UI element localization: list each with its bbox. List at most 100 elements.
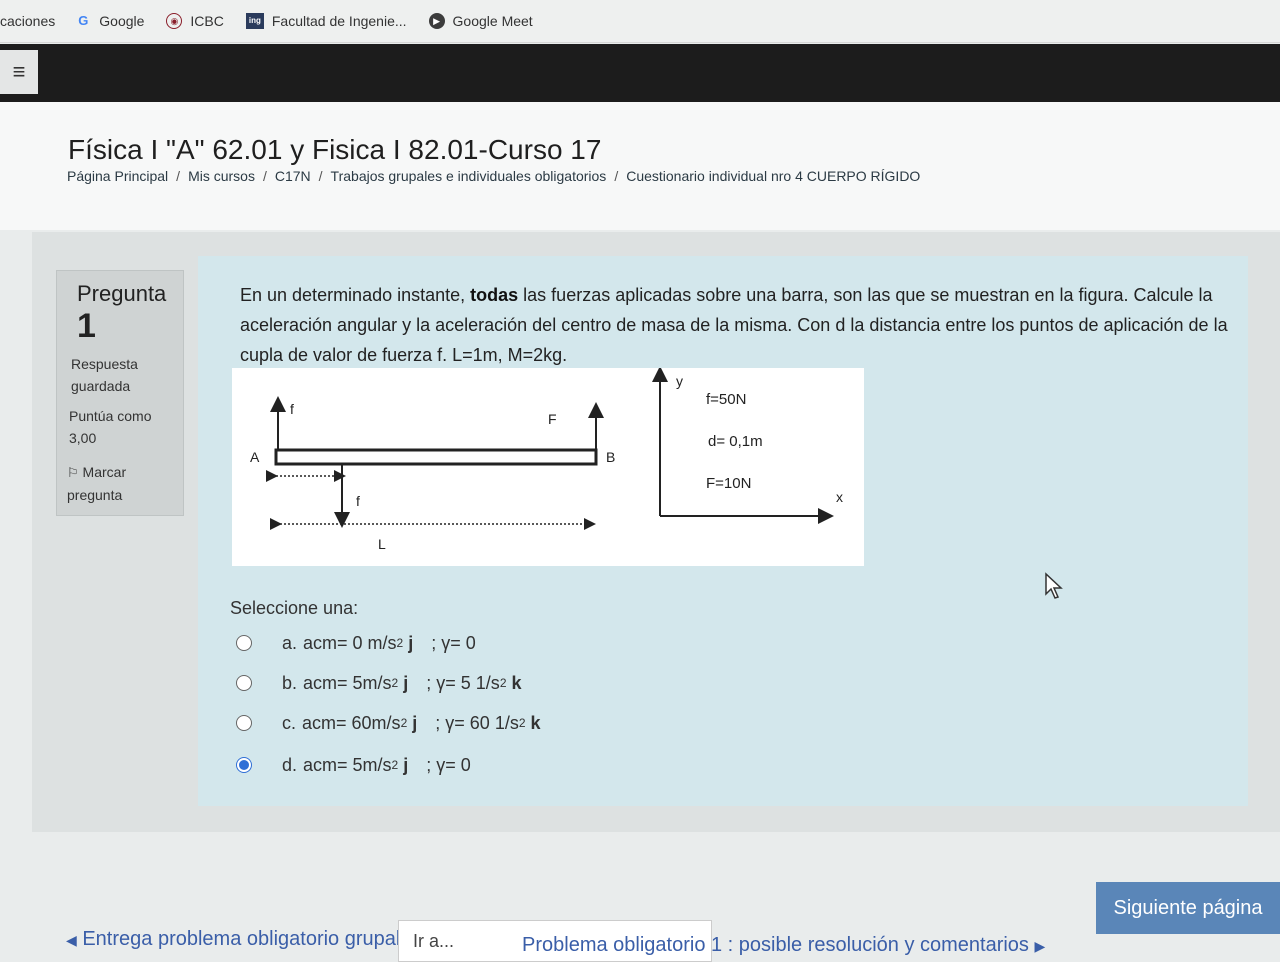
flag-icon: ⚐ [67,465,79,480]
option-unit: j [403,754,409,775]
option-letter: c. [282,712,297,733]
breadcrumb-separator: / [176,168,181,184]
label-A: A [250,449,260,465]
bar-diagram: f F A B f L y x f=50N d= 0,1m F=10N [250,366,843,552]
label-f-bottom: f [356,493,360,509]
breadcrumb-item[interactable]: Trabajos grupales e individuales obligat… [331,168,607,184]
question-label: Pregunta [77,281,167,306]
option-letter: b. [282,672,298,693]
option-gamma-exp: 2 [518,716,526,730]
label-F: F [548,411,557,427]
given-d: d= 0,1m [708,433,763,450]
option-acm: acm= 5m/s [303,672,392,693]
option-gamma: ; γ= 5 1/s [426,672,500,693]
bookmark-label: Google [99,13,145,29]
bookmarks-bar: caciones G Google ◉ ICBC ing Facultad de… [0,0,1280,43]
option-letter: a. [282,632,298,653]
breadcrumb-item[interactable]: C17N [275,168,311,184]
bookmark-facultad[interactable]: ing Facultad de Ingenie... [245,13,407,29]
option-exp: 2 [391,676,399,690]
option-gamma-exp: 2 [499,676,507,690]
question-info-box: Pregunta 1 Respuesta guardada Puntúa com… [56,270,184,516]
question-text: En un determinado instante, todas las fu… [240,280,1230,370]
option-acm: acm= 0 m/s [303,632,397,653]
option-gamma-unit: k [511,672,522,693]
answer-option-b[interactable]: b. acm= 5m/s 2 j; γ= 5 1/s 2 k [230,668,522,698]
select-one-prompt: Seleccione una: [230,598,359,618]
breadcrumb-item[interactable]: Página Principal [67,168,168,184]
next-activity-link[interactable]: Problema obligatorio 1 : posible resoluc… [522,934,1045,957]
breadcrumb: Página Principal / Mis cursos / C17N / Trabajo… [67,168,920,184]
bookmark-icbc[interactable]: ◉ ICBC [166,13,224,29]
axis-x-label: x [836,489,843,505]
bookmark-label: Google Meet [452,13,533,29]
next-activity-label: Problema obligatorio 1 : posible resoluc… [522,934,1029,956]
state-line: Respuesta [71,356,138,372]
bookmark-label: caciones [0,13,56,29]
option-unit: j [412,712,418,733]
answer-option-a[interactable]: a. acm= 0 m/s 2 j ; γ= 0 [230,628,476,658]
radio-button[interactable] [236,675,252,691]
ing-icon: ing [245,13,264,29]
option-gamma: ; γ= 0 [426,754,471,775]
question-text-part: En un determinado instante, [240,285,471,305]
state-line: guardada [71,378,131,394]
previous-activity-label: Entrega problema obligatorio grupal [82,928,401,950]
answer-option-d[interactable]: d. acm= 5m/s 2 j ; γ= 0 [230,750,471,780]
option-unit: j [403,672,409,693]
icbc-icon: ◉ [166,13,183,29]
breadcrumb-item[interactable]: Mis cursos [188,168,255,184]
next-page-button[interactable]: Siguiente página [1096,882,1280,934]
bookmark-label: ICBC [190,13,224,29]
hamburger-menu-icon[interactable]: ≡ [0,50,38,94]
bookmark-label: Facultad de Ingenie... [271,13,407,29]
label-f-top: f [290,401,294,417]
label-B: B [606,449,615,465]
bar-shape [274,448,598,466]
question-state: Respuesta guardada [71,353,138,397]
flag-question-link[interactable]: ⚐ Marcar pregunta [67,461,126,506]
meet-icon: ▶ [428,13,445,29]
given-F: F=10N [706,475,751,492]
question-figure: f F A B f L y x f=50N d= 0,1m F=10N [232,366,864,566]
question-grade: Puntúa como 3,00 [69,405,152,449]
flag-line: Marcar [82,464,127,480]
triangle-left-icon: ◀ [66,932,77,948]
option-exp: 2 [400,716,408,730]
option-gamma: ; γ= 60 1/s [435,712,519,733]
question-number: 1 [77,307,96,345]
mouse-cursor-icon [1045,572,1063,599]
page-header [0,102,1280,230]
option-exp: 2 [396,636,404,650]
option-exp: 2 [391,758,399,772]
answer-option-c[interactable]: c. acm= 60m/s 2 j; γ= 60 1/s 2 k [230,708,541,738]
breadcrumb-separator: / [614,168,619,184]
breadcrumb-separator: / [262,168,267,184]
bookmark-google-meet[interactable]: ▶ Google Meet [428,13,533,29]
grade-value: 3,00 [69,430,97,446]
bookmark-apps[interactable]: caciones [0,13,55,29]
question-text-bold: todas [470,285,519,305]
option-letter: d. [282,754,298,775]
given-f: f=50N [706,391,746,408]
option-gamma-unit: k [530,712,541,733]
jump-to-label: Ir a... [413,931,455,951]
option-gamma: ; γ= 0 [431,632,476,653]
breadcrumb-item[interactable]: Cuestionario individual nro 4 CUERPO RÍG… [626,168,920,184]
radio-button[interactable] [236,635,252,651]
previous-activity-link[interactable]: ◀ Entrega problema obligatorio grupal [66,928,400,951]
radio-button-selected[interactable] [236,757,252,773]
option-acm: acm= 60m/s [302,712,401,733]
triangle-right-icon: ▶ [1034,938,1046,954]
top-navbar: ≡ [0,44,1280,102]
option-acm: acm= 5m/s [303,754,392,775]
radio-button[interactable] [236,715,252,731]
axis-y-label: y [676,373,683,389]
label-L: L [378,536,386,552]
page-title: Física I "A" 62.01 y Fisica I 82.01-Curs… [68,134,602,165]
grade-line: Puntúa como [69,408,152,424]
breadcrumb-separator: / [318,168,323,184]
option-unit: j [408,632,414,653]
bookmark-google[interactable]: G Google [75,13,144,29]
flag-line: pregunta [67,487,123,503]
